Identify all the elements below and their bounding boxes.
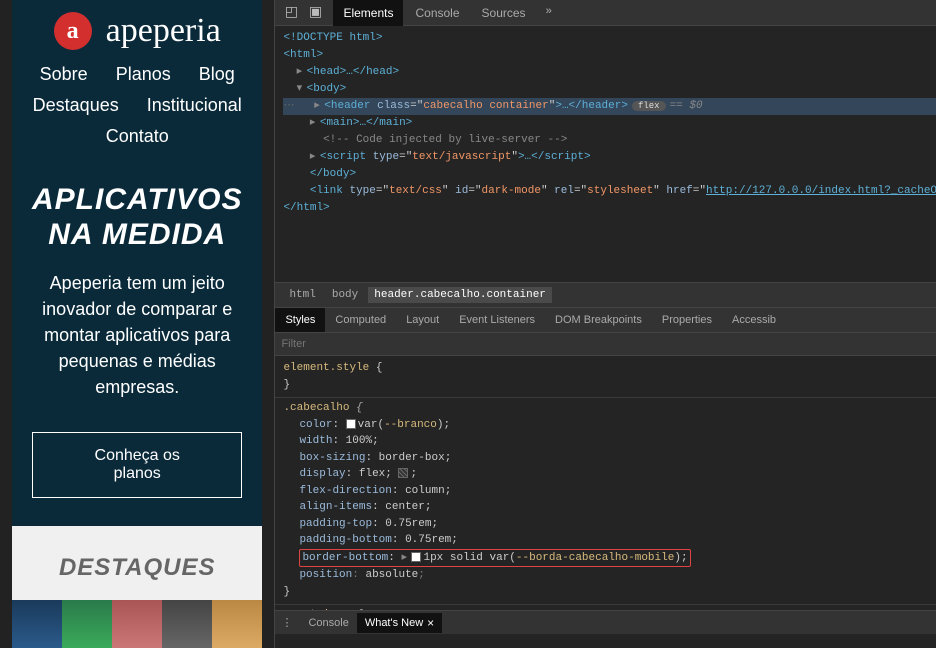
nav-blog[interactable]: Blog <box>199 64 235 85</box>
site-nav-3: Contato <box>32 126 242 147</box>
logo-icon: a <box>54 12 92 50</box>
destaques-heading: DESTAQUES <box>12 554 262 582</box>
styles-tabs: Styles Computed Layout Event Listeners D… <box>275 308 936 333</box>
tab-sources[interactable]: Sources <box>472 0 536 26</box>
tab-console[interactable]: Console <box>405 0 469 26</box>
drawer-toolbar: ⋮ Console What's New× <box>275 610 936 634</box>
destaques-thumbnails <box>12 600 262 648</box>
crumb-html[interactable]: html <box>283 287 321 303</box>
nav-destaques[interactable]: Destaques <box>33 95 119 116</box>
nav-sobre[interactable]: Sobre <box>40 64 88 85</box>
cabecalho-rule[interactable]: .cabecalho {cabecalho.c…638766559 color:… <box>275 398 936 605</box>
tabs-overflow[interactable]: » <box>538 0 561 26</box>
css-declaration[interactable]: width: 100%; <box>299 433 936 450</box>
drawer-tab-whatsnew[interactable]: What's New× <box>357 613 442 633</box>
mobile-preview: a apeperia Sobre Planos Blog Destaques I… <box>12 0 262 648</box>
hero-section: APLICATIVOS NA MEDIDA Apeperia tem um je… <box>12 165 262 526</box>
dom-comment: <!-- Code injected by live-server --> <box>323 134 567 146</box>
crumb-body[interactable]: body <box>326 287 364 303</box>
dom-html-close: </html> <box>283 202 329 214</box>
dom-doctype: <!DOCTYPE html> <box>283 32 382 44</box>
devtools-toolbar: ◰ ▣ Elements Console Sources » 💬 1 ⚙ ⋮ <box>275 0 936 26</box>
crumb-header[interactable]: header.cabecalho.container <box>368 287 552 303</box>
styles-tab-properties[interactable]: Properties <box>652 308 722 332</box>
color-swatch[interactable] <box>346 419 356 429</box>
drawer-status <box>275 634 936 648</box>
site-header: a apeperia Sobre Planos Blog Destaques I… <box>12 0 262 165</box>
styles-tab-styles[interactable]: Styles <box>275 308 325 332</box>
dom-html-open: <html> <box>283 49 323 61</box>
styles-filter-row: :hov .cls + ▤ <box>275 333 936 356</box>
devtools-panel: ◰ ▣ Elements Console Sources » 💬 1 ⚙ ⋮ <… <box>274 0 936 648</box>
dom-selected-header[interactable]: ⋯ ▸<header class="cabecalho container">…… <box>283 98 936 115</box>
inspect-icon[interactable]: ◰ <box>281 3 301 23</box>
drawer-tab-console[interactable]: Console <box>300 613 356 633</box>
css-declaration[interactable]: align-items: center; <box>299 499 936 516</box>
device-toggle-icon[interactable]: ▣ <box>305 3 325 23</box>
css-declaration[interactable]: box-sizing: border-box; <box>299 450 936 467</box>
styles-tab-eventlisteners[interactable]: Event Listeners <box>449 308 545 332</box>
expand-icon[interactable]: ▸ <box>297 64 307 81</box>
styles-filter-input[interactable] <box>281 338 936 350</box>
eq0-label: == $0 <box>670 100 703 112</box>
styles-tab-accessibility[interactable]: Accessib <box>722 308 786 332</box>
flex-swatch[interactable] <box>398 468 408 478</box>
color-swatch[interactable] <box>411 552 421 562</box>
dom-tree[interactable]: <!DOCTYPE html> <html> ▸<head>…</head> ▾… <box>275 26 936 282</box>
drawer-menu-icon[interactable]: ⋮ <box>281 616 292 630</box>
destaques-section: DESTAQUES <box>12 526 262 600</box>
css-declaration[interactable]: flex-direction: column; <box>299 483 936 500</box>
css-declaration[interactable]: color: var(--branco); <box>299 417 936 434</box>
css-declaration[interactable]: padding-bottom: 0.75rem; <box>299 532 936 549</box>
brand-name: apeperia <box>106 12 221 50</box>
site-nav-2: Destaques Institucional <box>32 95 242 116</box>
collapse-icon[interactable]: ▾ <box>297 81 307 98</box>
nav-contato[interactable]: Contato <box>106 126 169 147</box>
nav-planos[interactable]: Planos <box>116 64 171 85</box>
nav-institucional[interactable]: Institucional <box>147 95 242 116</box>
hero-text: Apeperia tem um jeito inovador de compar… <box>32 270 242 400</box>
styles-panel[interactable]: element.style { } .cabecalho {cabecalho.… <box>275 356 936 610</box>
flex-badge[interactable]: flex <box>632 101 666 111</box>
dom-main[interactable]: <main>…</main> <box>320 117 412 129</box>
dom-breadcrumb: html body header.cabecalho.container <box>275 282 936 308</box>
css-declaration[interactable]: padding-top: 0.75rem; <box>299 516 936 533</box>
expand-icon[interactable]: ▸ <box>401 550 411 567</box>
hero-title: APLICATIVOS NA MEDIDA <box>32 183 242 252</box>
close-icon[interactable]: × <box>427 616 434 630</box>
styles-tab-dombreakpoints[interactable]: DOM Breakpoints <box>545 308 652 332</box>
dom-body-close: </body> <box>310 168 356 180</box>
css-declaration[interactable]: border-bottom: ▸1px solid var(--borda-ca… <box>299 549 936 568</box>
tab-elements[interactable]: Elements <box>333 0 403 26</box>
css-declaration[interactable]: display: flex; ; <box>299 466 936 483</box>
styles-tab-layout[interactable]: Layout <box>396 308 449 332</box>
cta-button[interactable]: Conheça os planos <box>32 432 242 498</box>
element-style-rule[interactable]: element.style { } <box>275 358 936 398</box>
dom-head[interactable]: <head>…</head> <box>307 66 399 78</box>
styles-tab-computed[interactable]: Computed <box>325 308 396 332</box>
dom-body[interactable]: <body> <box>307 83 347 95</box>
css-declaration[interactable]: position: absolute; <box>299 567 936 584</box>
site-nav: Sobre Planos Blog <box>32 64 242 85</box>
